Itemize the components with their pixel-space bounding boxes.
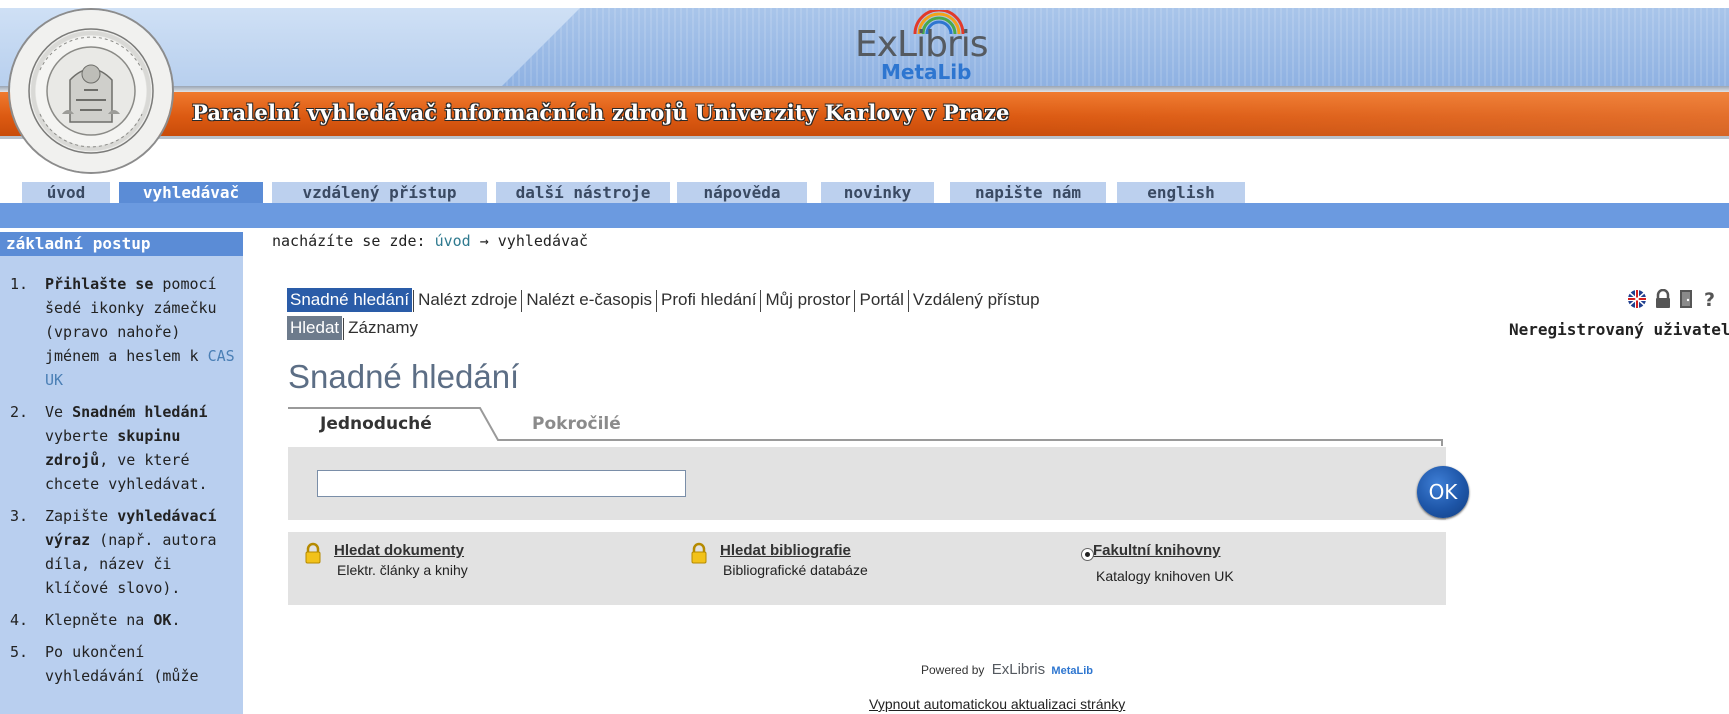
step-item: 3. Zapište vyhledávací výraz (např. autor… <box>0 504 243 600</box>
breadcrumb-prefix: nacházíte se zde: <box>272 232 426 250</box>
main-nav-item-4[interactable]: Můj prostor <box>762 288 853 312</box>
banner-orange-fade <box>980 92 1729 136</box>
search-panel <box>288 447 1446 520</box>
step-item: 2. Ve Snadném hledání vyberte skupinu zdr… <box>0 400 243 496</box>
group-desc: Katalogy knihoven UK <box>1096 568 1234 584</box>
tab-dalsi-nastroje[interactable]: další nástroje <box>496 182 670 204</box>
group-desc: Bibliografické databáze <box>723 562 868 578</box>
ok-button[interactable]: OK <box>1417 466 1469 518</box>
step-number: 1. <box>10 275 29 293</box>
step-text: Ve <box>45 403 73 421</box>
step-number: 2. <box>10 403 29 421</box>
lock-icon <box>690 542 708 568</box>
nav-separator <box>413 289 415 312</box>
tab-napiste-nam[interactable]: napište nám <box>950 182 1106 204</box>
group-title[interactable]: Hledat dokumenty <box>334 542 464 559</box>
seal-emblem-icon <box>28 28 154 154</box>
english-flag-icon[interactable] <box>1626 289 1648 313</box>
site-banner: Paralelní vyhledávač informačních zdrojů… <box>0 0 1729 172</box>
nav-blue-bar <box>0 203 1729 228</box>
nav-separator <box>521 289 523 312</box>
logout-door-icon[interactable] <box>1678 289 1696 313</box>
lock-icon <box>304 542 322 568</box>
breadcrumb-link-uvod[interactable]: úvod <box>435 232 471 250</box>
main-nav-item-0[interactable]: Snadné hledání <box>287 288 413 312</box>
search-mode-tabs: Jednoduché Pokročilé <box>288 404 1448 446</box>
svg-text:?: ? <box>1704 289 1715 309</box>
help-icon[interactable]: ? <box>1702 289 1718 313</box>
user-status: Neregistrovaný uživatel <box>1509 320 1729 339</box>
banner-stripes <box>500 8 1729 88</box>
tab-uvod[interactable]: úvod <box>22 182 110 204</box>
resource-groups-panel: Hledat dokumenty Elektr. články a knihy … <box>288 532 1446 605</box>
main-nav-item-2[interactable]: Nalézt e-časopis <box>523 288 655 312</box>
nav-separator <box>656 289 657 312</box>
step-text: Po ukončení vyhledávání (může <box>45 643 199 685</box>
footer-brand: ExLibris <box>991 661 1046 678</box>
logo-product: MetaLib <box>881 60 972 84</box>
nav-separator <box>907 289 909 312</box>
group-radio-button[interactable] <box>1081 548 1094 561</box>
step-text: Zapište <box>45 507 118 525</box>
tab-vyhledavac[interactable]: vyhledávač <box>119 182 263 204</box>
breadcrumb-arrow: → <box>479 232 489 250</box>
powered-by-text: Powered by <box>921 663 985 677</box>
breadcrumb-current: vyhledávač <box>497 232 589 250</box>
metalib-sub-nav: Hledat Záznamy <box>287 316 421 340</box>
auto-refresh-link[interactable]: Vypnout automatickou aktualizaci stránky <box>869 696 1125 712</box>
tab-pokrocile[interactable]: Pokročilé <box>532 414 621 434</box>
sub-nav-item-1[interactable]: Záznamy <box>345 316 421 340</box>
sub-nav-item-0[interactable]: Hledat <box>287 316 343 340</box>
main-nav-item-3[interactable]: Profi hledání <box>658 288 759 312</box>
powered-by: Powered by ExLibris MetaLib <box>921 661 1093 678</box>
main-nav-item-5[interactable]: Portál <box>856 288 906 312</box>
banner-title: Paralelní vyhledávač informačních zdrojů… <box>192 100 1010 125</box>
banner-underline <box>0 136 1729 139</box>
sidebar: základní postup 1. Přihlašte se pomocí še… <box>0 232 243 714</box>
main-nav-item-1[interactable]: Nalézt zdroje <box>415 288 520 312</box>
sidebar-heading: základní postup <box>0 232 243 256</box>
step-emphasis: Přihlašte se <box>45 275 154 293</box>
step-item: 5. Po ukončení vyhledávání (může <box>0 640 243 688</box>
search-input[interactable] <box>317 470 686 497</box>
tab-napoveda[interactable]: nápověda <box>677 182 807 204</box>
step-emphasis: Snadném hledání <box>72 403 208 421</box>
step-text: vyberte <box>45 427 118 445</box>
exlibris-metalib-logo: ExLibris MetaLib <box>855 10 995 84</box>
metalib-main-nav: Snadné hledání Nalézt zdroje Nalézt e-časo… <box>287 288 1043 312</box>
nav-separator <box>854 289 856 312</box>
step-emphasis: OK <box>153 611 172 629</box>
group-title[interactable]: Hledat bibliografie <box>720 542 851 559</box>
university-seal-logo <box>10 10 172 172</box>
step-item: 4. Klepněte na OK. <box>0 608 243 632</box>
tab-jednoduche[interactable]: Jednoduché <box>320 414 432 434</box>
step-number: 5. <box>10 643 29 661</box>
tab-vzdaleny-pristup[interactable]: vzdálený přístup <box>272 182 487 204</box>
footer-product: MetaLib <box>1051 665 1093 677</box>
group-title[interactable]: Fakultní knihovny <box>1093 542 1221 559</box>
steps-list: 1. Přihlašte se pomocí šedé ikonky zámečk… <box>0 272 243 696</box>
nav-separator <box>343 317 345 340</box>
search-tab-outline <box>288 407 1443 446</box>
main-nav-item-6[interactable]: Vzdálený přístup <box>910 288 1043 312</box>
group-desc: Elektr. články a knihy <box>337 562 468 578</box>
breadcrumb: nacházíte se zde: úvod → vyhledávač <box>272 232 588 250</box>
logo-brand: ExLibris <box>855 24 989 65</box>
nav-separator <box>760 289 762 312</box>
step-number: 3. <box>10 507 29 525</box>
tab-english[interactable]: english <box>1117 182 1245 204</box>
page-title: Snadné hledání <box>288 358 520 395</box>
step-text: Klepněte na <box>45 611 154 629</box>
tab-novinky[interactable]: novinky <box>821 182 934 204</box>
lock-icon[interactable] <box>1654 288 1672 313</box>
step-number: 4. <box>10 611 29 629</box>
step-text: . <box>171 611 181 629</box>
step-item: 1. Přihlašte se pomocí šedé ikonky zámečk… <box>0 272 243 392</box>
